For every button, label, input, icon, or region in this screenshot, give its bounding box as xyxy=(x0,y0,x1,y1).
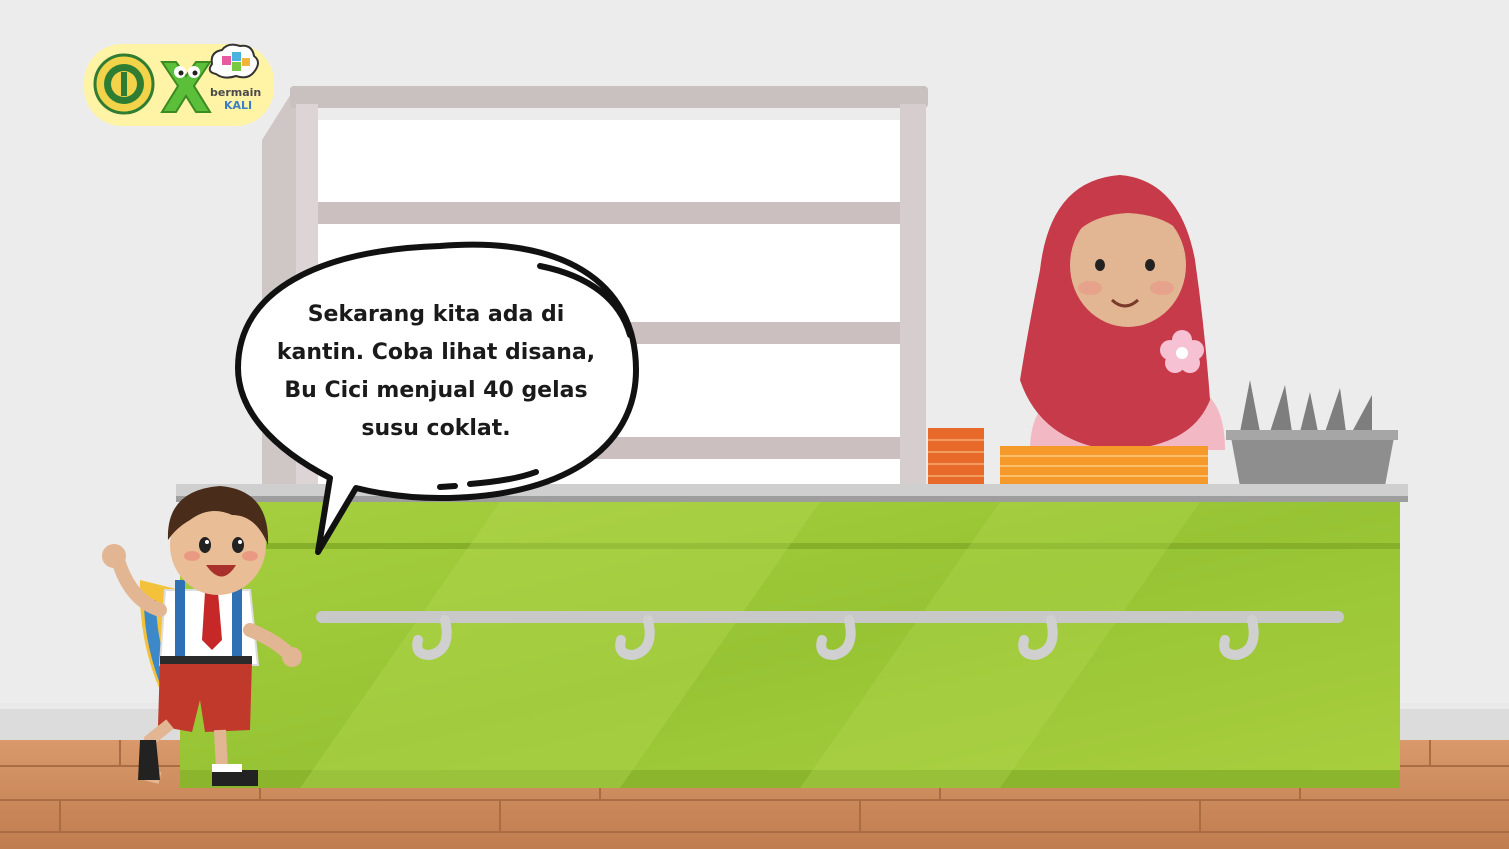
tray-stack-right xyxy=(1000,446,1208,486)
dialog-text: Sekarang kita ada di kantin. Coba lihat … xyxy=(276,302,596,441)
canteen-scene xyxy=(0,0,1509,849)
seal-icon xyxy=(93,53,155,115)
logo-badge xyxy=(84,43,274,126)
logo-word-bottom: KALI xyxy=(224,99,253,112)
tray-stack-left xyxy=(928,428,984,486)
logo-word-top: bermain xyxy=(210,86,262,99)
counter-body xyxy=(180,502,1400,788)
